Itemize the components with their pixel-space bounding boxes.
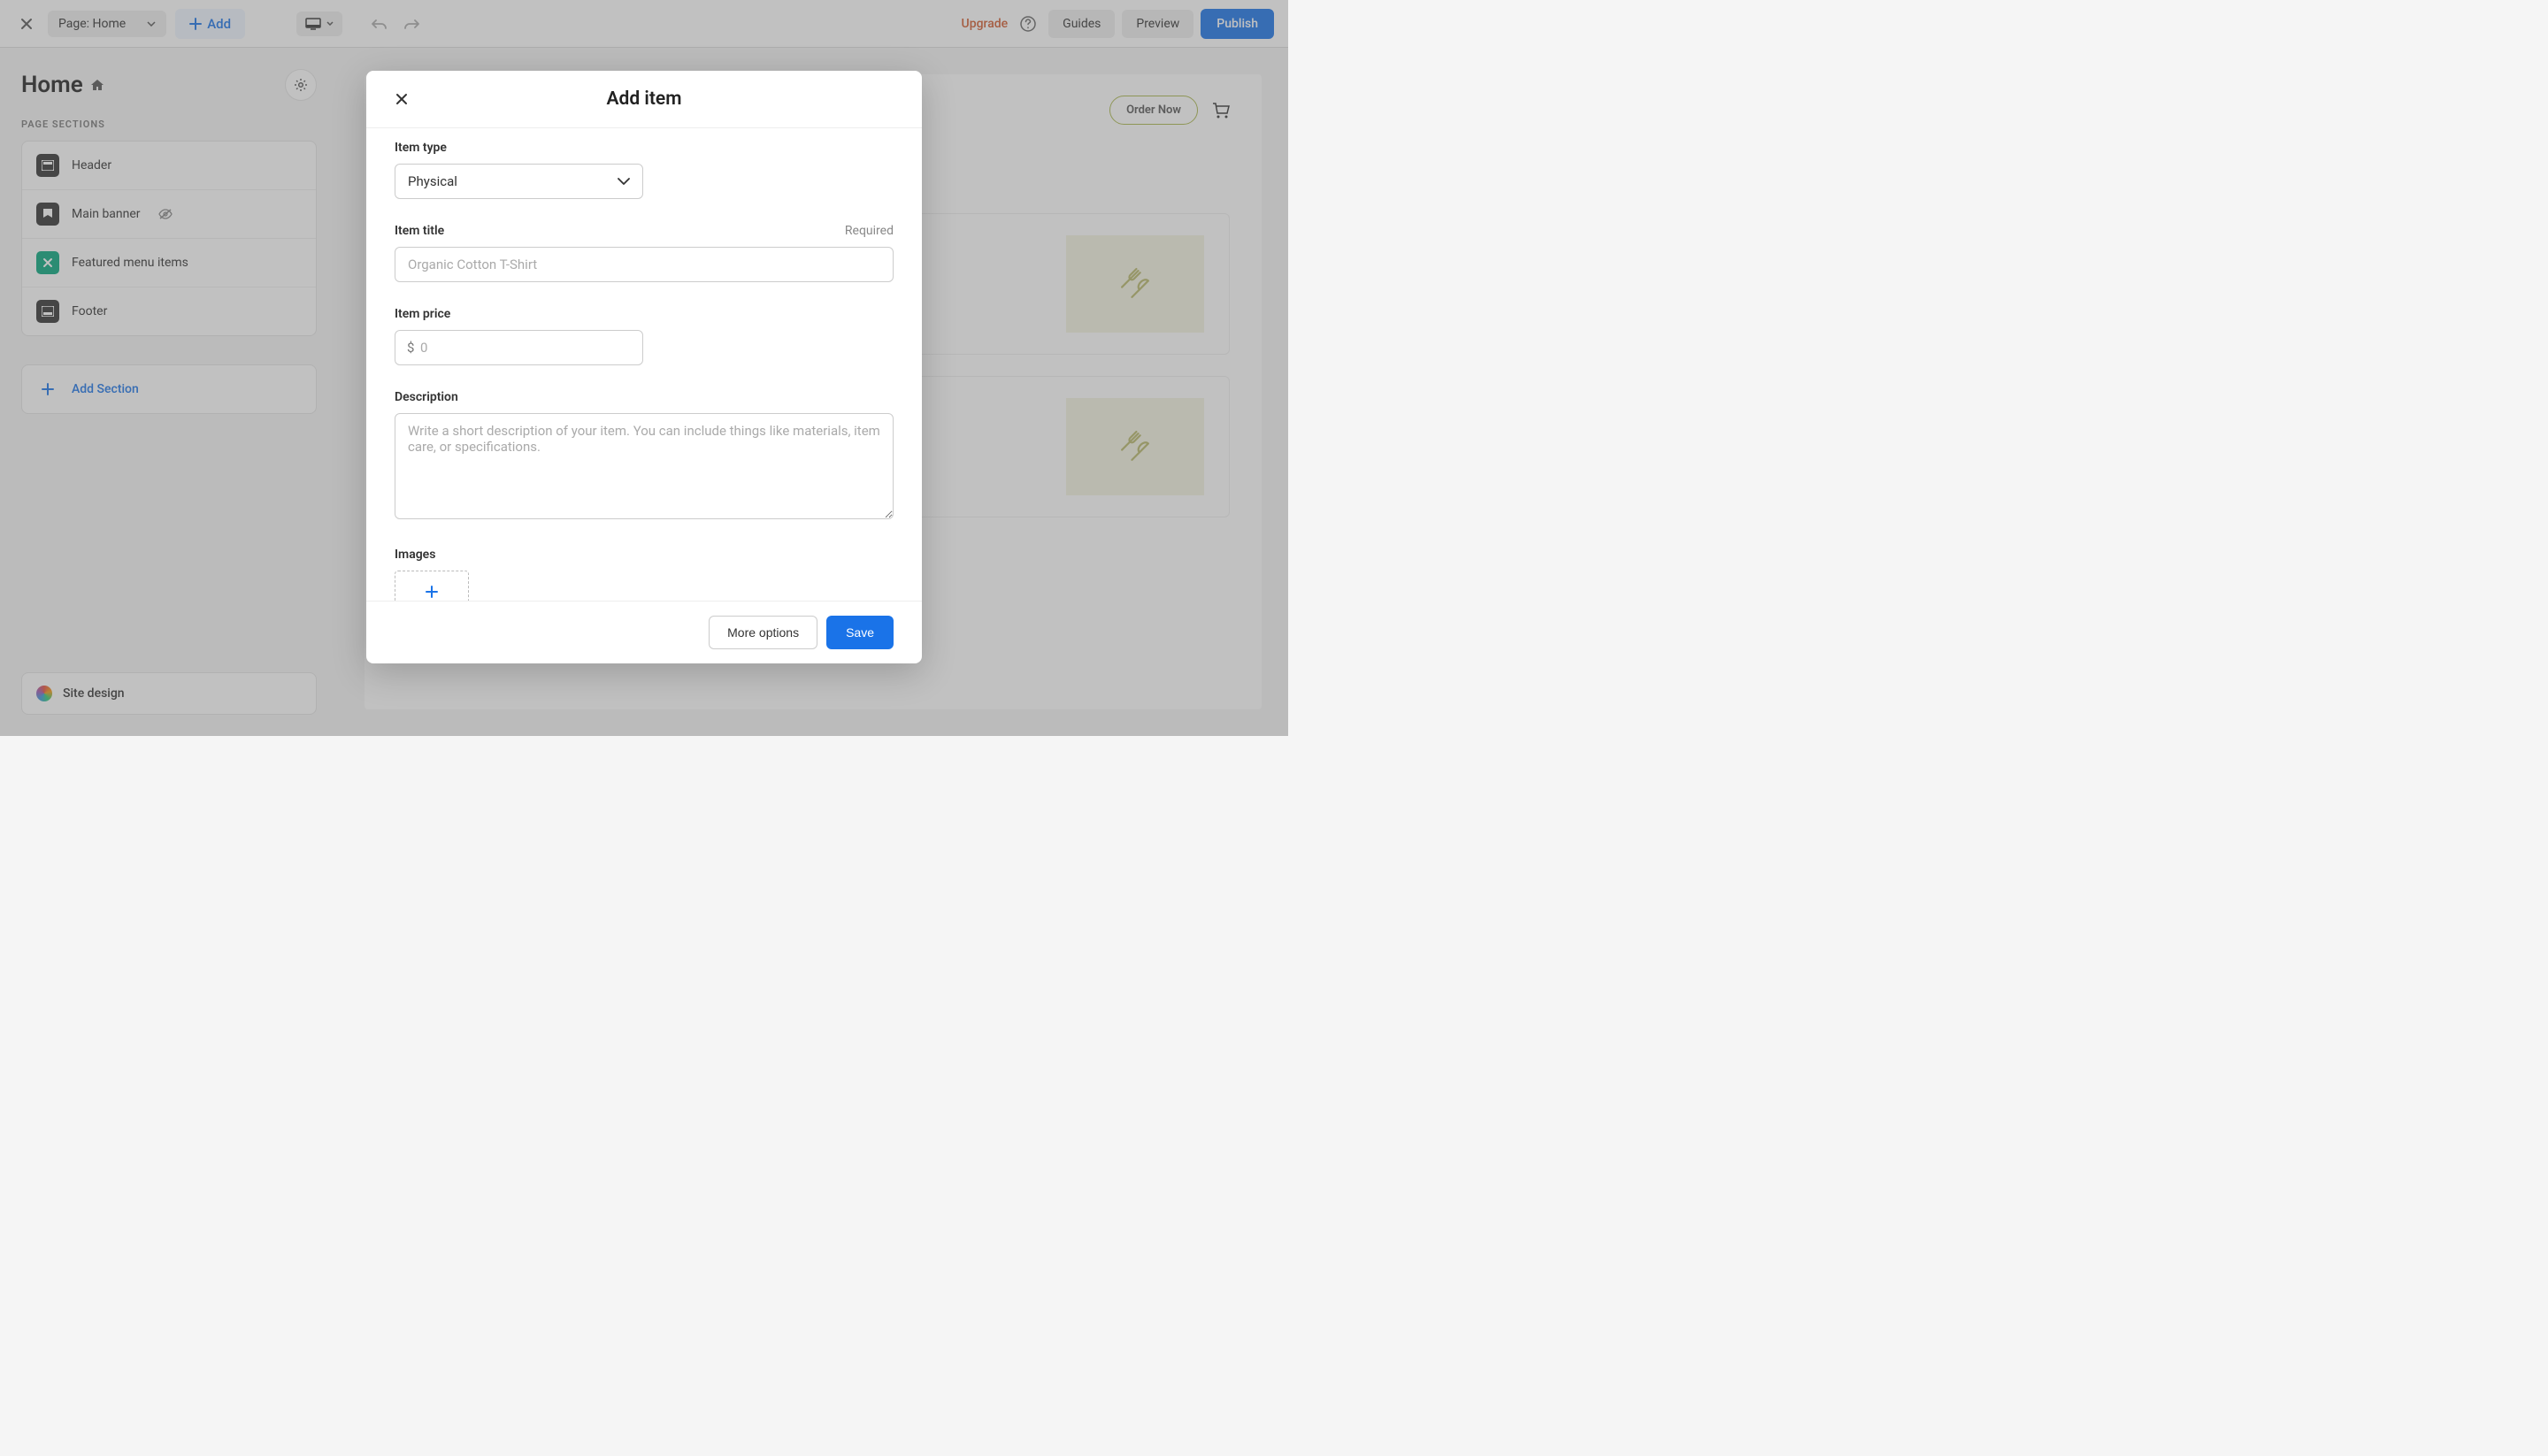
images-group: Images bbox=[395, 548, 894, 601]
description-textarea[interactable] bbox=[395, 413, 894, 519]
add-item-modal: Add item Item type Physical Item title R… bbox=[366, 71, 922, 663]
currency-prefix: $ bbox=[407, 340, 414, 356]
description-group: Description bbox=[395, 390, 894, 523]
images-label: Images bbox=[395, 548, 435, 562]
item-price-label: Item price bbox=[395, 307, 450, 321]
item-title-label: Item title bbox=[395, 224, 444, 238]
modal-header: Add item bbox=[366, 71, 922, 128]
item-type-value: Physical bbox=[408, 173, 457, 189]
item-price-input[interactable] bbox=[395, 330, 643, 365]
required-hint: Required bbox=[845, 224, 894, 238]
item-type-group: Item type Physical bbox=[395, 141, 894, 199]
image-upload-button[interactable] bbox=[395, 571, 469, 601]
item-title-group: Item title Required bbox=[395, 224, 894, 282]
modal-title: Add item bbox=[395, 88, 894, 110]
close-icon bbox=[395, 92, 409, 106]
item-type-select[interactable]: Physical bbox=[395, 164, 643, 199]
item-title-input[interactable] bbox=[395, 247, 894, 282]
chevron-down-icon bbox=[618, 178, 630, 185]
item-type-label: Item type bbox=[395, 141, 447, 155]
modal-overlay[interactable]: Add item Item type Physical Item title R… bbox=[0, 0, 1288, 736]
modal-footer: More options Save bbox=[366, 601, 922, 663]
more-options-button[interactable]: More options bbox=[709, 616, 817, 649]
description-label: Description bbox=[395, 390, 458, 404]
item-price-group: Item price $ bbox=[395, 307, 894, 365]
save-button[interactable]: Save bbox=[826, 616, 894, 649]
modal-close-button[interactable] bbox=[395, 92, 409, 106]
plus-icon bbox=[426, 586, 438, 598]
modal-body: Item type Physical Item title Required I… bbox=[366, 128, 922, 601]
